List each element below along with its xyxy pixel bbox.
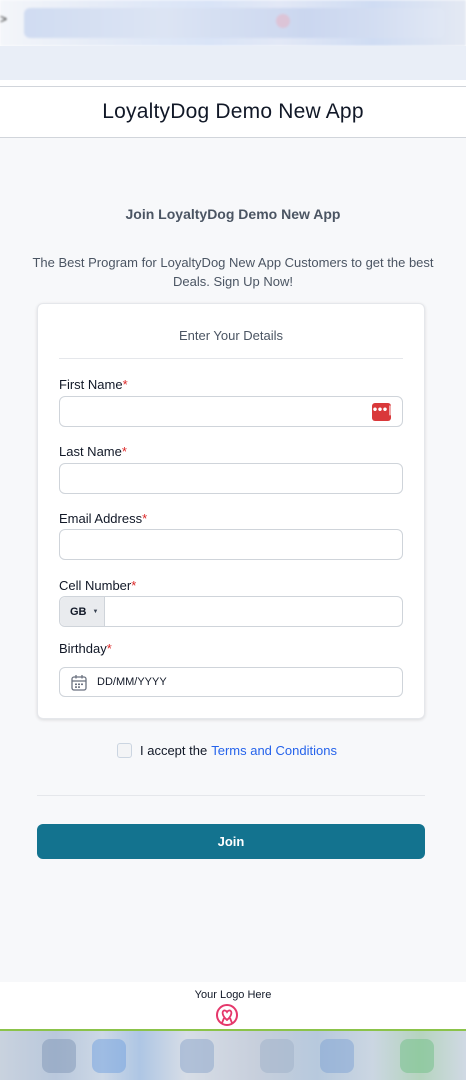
last-name-field[interactable] xyxy=(59,463,403,494)
first-name-label: First Name* xyxy=(59,377,128,392)
password-manager-icon[interactable]: •••| xyxy=(372,403,393,421)
card-title: Enter Your Details xyxy=(178,328,284,343)
join-subtitle: The Best Program for LoyaltyDog New App … xyxy=(32,255,434,289)
footer: Your Logo Here xyxy=(0,982,466,1031)
caret-down-icon: ▼ xyxy=(92,608,99,615)
last-name-label: Last Name* xyxy=(59,444,127,459)
taskbar-icon xyxy=(180,1039,214,1073)
birthday-placeholder: DD/MM/YYYY xyxy=(97,676,167,688)
taskbar-icon xyxy=(260,1039,294,1073)
calendar-icon xyxy=(71,675,87,691)
taskbar-icon xyxy=(42,1039,76,1073)
terms-text: I accept the xyxy=(140,742,208,758)
cell-number-label: Cell Number* xyxy=(59,578,137,593)
details-card: Enter Your Details First Name* •••| Last… xyxy=(37,303,425,719)
cell-number-field: GB ▼ xyxy=(59,596,403,627)
birthday-field[interactable]: DD/MM/YYYY xyxy=(59,667,403,697)
terms-row: I accept the Terms and Conditions xyxy=(117,741,337,759)
taskbar-icon xyxy=(92,1039,126,1073)
browser-top-bar: > xyxy=(0,0,466,46)
taskbar-icon xyxy=(320,1039,354,1073)
browser-icon xyxy=(276,14,290,28)
main-content: Join LoyaltyDog Demo New App The Best Pr… xyxy=(0,138,466,982)
required-mark: * xyxy=(106,641,112,656)
required-mark: * xyxy=(131,578,137,593)
required-mark: * xyxy=(122,377,128,392)
email-field[interactable] xyxy=(59,529,403,560)
taskbar-icon xyxy=(400,1039,434,1073)
required-mark: * xyxy=(121,444,127,459)
terms-link[interactable]: Terms and Conditions xyxy=(211,743,337,758)
heart-ribbon-icon xyxy=(216,1004,238,1026)
card-divider xyxy=(59,358,403,359)
divider xyxy=(37,795,425,796)
browser-toolbar xyxy=(0,46,466,80)
os-taskbar xyxy=(0,1031,466,1080)
app-header: LoyaltyDog Demo New App xyxy=(0,86,466,138)
tab-edge-glyph: > xyxy=(0,12,8,26)
phone-input[interactable] xyxy=(106,597,402,626)
email-label: Email Address* xyxy=(59,511,148,526)
page-title: LoyaltyDog Demo New App xyxy=(102,100,364,123)
birthday-label: Birthday* xyxy=(59,641,112,656)
logo-text: Your Logo Here xyxy=(194,989,272,1001)
join-title: Join LoyaltyDog Demo New App xyxy=(125,206,341,222)
join-button[interactable]: Join xyxy=(37,824,425,859)
address-bar xyxy=(24,8,444,38)
first-name-field[interactable]: •••| xyxy=(59,396,403,427)
country-code-select[interactable]: GB ▼ xyxy=(60,597,105,626)
terms-checkbox[interactable] xyxy=(117,742,132,758)
required-mark: * xyxy=(142,511,148,526)
